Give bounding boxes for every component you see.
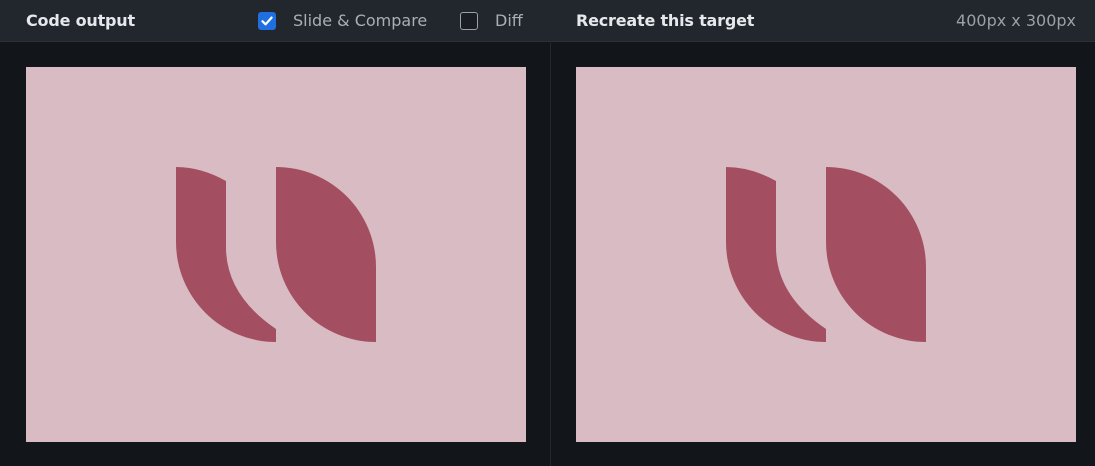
code-output-title: Code output xyxy=(26,11,135,30)
diff-label[interactable]: Diff xyxy=(495,11,523,31)
target-pane: Recreate this target 400px x 300px xyxy=(551,0,1095,466)
target-size-readout: 400px x 300px xyxy=(956,11,1076,30)
target-header: Recreate this target 400px x 300px xyxy=(551,0,1095,42)
app-window: Code output Slide & Compare Diff Recreat… xyxy=(0,0,1095,466)
code-output-pane: Code output Slide & Compare Diff xyxy=(0,0,550,466)
check-icon xyxy=(261,16,273,26)
quote-right-mark xyxy=(276,167,376,342)
slide-compare-checkbox[interactable] xyxy=(258,12,276,30)
target-title: Recreate this target xyxy=(576,11,755,30)
quote-mark-shape xyxy=(726,167,926,342)
quote-mark-shape xyxy=(176,167,376,342)
code-output-header: Code output Slide & Compare Diff xyxy=(0,0,550,42)
quote-left-mark xyxy=(726,167,826,342)
diff-checkbox[interactable] xyxy=(460,12,478,30)
slide-compare-label[interactable]: Slide & Compare xyxy=(293,11,427,31)
quote-left-mark xyxy=(176,167,276,342)
target-canvas xyxy=(576,67,1076,442)
quote-right-mark xyxy=(826,167,926,342)
code-output-canvas xyxy=(26,67,526,442)
